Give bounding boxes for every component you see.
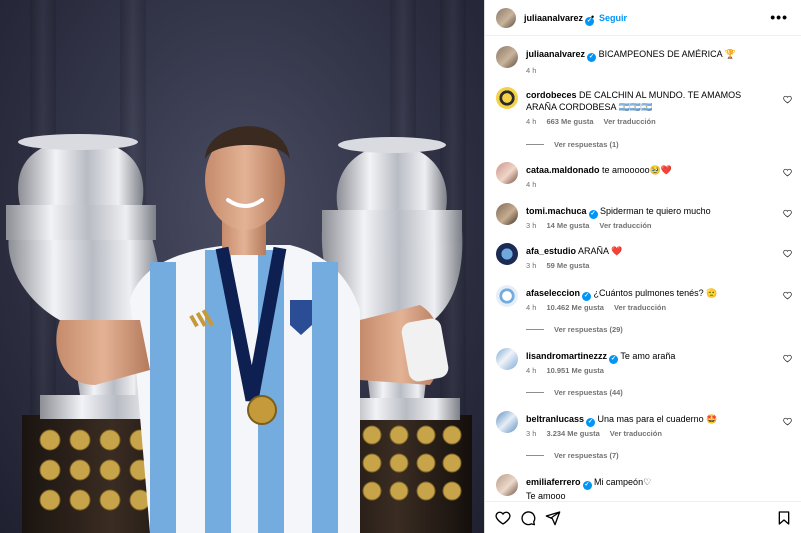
comment-avatar[interactable] bbox=[496, 243, 518, 265]
comment-username[interactable]: cordobeces bbox=[526, 90, 577, 100]
comment-likes[interactable]: 663 Me gusta bbox=[546, 117, 593, 126]
verified-icon: ✓ bbox=[582, 292, 592, 301]
comment-avatar[interactable] bbox=[496, 162, 518, 184]
like-heart-icon[interactable] bbox=[783, 354, 792, 363]
comment-time: 3 h bbox=[526, 221, 537, 230]
comment-avatar[interactable] bbox=[496, 474, 518, 496]
translate-link[interactable]: Ver traducción bbox=[614, 303, 666, 312]
verified-icon: ✓ bbox=[586, 418, 596, 427]
translate-link[interactable]: Ver traducción bbox=[599, 221, 651, 230]
comment-likes[interactable]: 59 Me gusta bbox=[546, 261, 589, 270]
post-photo[interactable] bbox=[0, 0, 484, 533]
verified-icon: ✓ bbox=[588, 210, 598, 219]
comment-text: Una mas para el cuaderno 🤩 bbox=[597, 414, 718, 424]
like-heart-icon[interactable] bbox=[783, 168, 792, 177]
comment-avatar[interactable] bbox=[496, 285, 518, 307]
save-icon[interactable] bbox=[776, 510, 792, 526]
photo-scene bbox=[6, 126, 472, 533]
like-heart-icon[interactable] bbox=[783, 95, 792, 104]
comment-time: 4 h bbox=[526, 117, 537, 126]
author-username[interactable]: juliaanalvarez ✓ bbox=[524, 13, 595, 26]
view-replies-button[interactable]: Ver respuestas (29) bbox=[526, 325, 623, 334]
follow-button[interactable]: Seguir bbox=[599, 13, 627, 23]
translate-link[interactable]: Ver traducción bbox=[610, 429, 662, 438]
action-bar bbox=[485, 501, 801, 533]
comment-text-line2: Te amooo bbox=[526, 491, 566, 501]
comment-username[interactable]: lisandromartinezzz bbox=[526, 351, 607, 361]
comment-avatar[interactable] bbox=[496, 87, 518, 109]
like-heart-icon[interactable] bbox=[783, 249, 792, 258]
comments-panel: juliaanalvarez ✓ • Seguir ••• juliaanalva… bbox=[484, 0, 801, 533]
comment-text: ARAÑA ❤️ bbox=[578, 246, 623, 256]
comment-time: 4 h bbox=[526, 303, 537, 312]
separator-dot: • bbox=[591, 12, 595, 22]
share-icon[interactable] bbox=[545, 510, 561, 526]
caption-avatar[interactable] bbox=[496, 46, 518, 68]
comment-time: 3 h bbox=[526, 429, 537, 438]
comment-text: Mi campeón♡ bbox=[594, 477, 652, 487]
like-heart-icon[interactable] bbox=[783, 417, 792, 426]
like-heart-icon[interactable] bbox=[783, 291, 792, 300]
comment-likes[interactable]: 14 Me gusta bbox=[546, 221, 589, 230]
comment-username[interactable]: tomi.machuca bbox=[526, 206, 587, 216]
caption-username[interactable]: juliaanalvarez bbox=[526, 49, 585, 59]
comment-avatar[interactable] bbox=[496, 348, 518, 370]
comment-text: ¿Cuántos pulmones tenés? 🫡 bbox=[593, 288, 718, 298]
comment-likes[interactable]: 3.234 Me gusta bbox=[546, 429, 599, 438]
like-heart-icon[interactable] bbox=[783, 209, 792, 218]
verified-icon: ✓ bbox=[582, 481, 592, 490]
comment-username[interactable]: afaseleccion bbox=[526, 288, 580, 298]
author-avatar[interactable] bbox=[496, 8, 516, 28]
comment-icon[interactable] bbox=[520, 510, 536, 526]
comment-username[interactable]: cataa.maldonado bbox=[526, 165, 600, 175]
caption-text: BICAMPEONES DE AMÉRICA 🏆 bbox=[598, 49, 736, 59]
comment-time: 4 h bbox=[526, 366, 537, 375]
view-replies-button[interactable]: Ver respuestas (1) bbox=[526, 140, 619, 149]
comment-likes[interactable]: 10.951 Me gusta bbox=[546, 366, 604, 375]
verified-icon: ✓ bbox=[609, 355, 619, 364]
comment-text: Te amo araña bbox=[620, 351, 676, 361]
comment-username[interactable]: emiliaferrero bbox=[526, 477, 581, 487]
more-options-icon[interactable]: ••• bbox=[770, 9, 788, 25]
comment-avatar[interactable] bbox=[496, 411, 518, 433]
comment-text: Spiderman te quiero mucho bbox=[600, 206, 711, 216]
translate-link[interactable]: Ver traducción bbox=[604, 117, 656, 126]
comment-time: 3 h bbox=[526, 261, 537, 270]
view-replies-button[interactable]: Ver respuestas (7) bbox=[526, 451, 619, 460]
view-replies-button[interactable]: Ver respuestas (44) bbox=[526, 388, 623, 397]
caption-time: 4 h bbox=[526, 66, 537, 75]
comment-text: te amooooo🥹❤️ bbox=[602, 165, 672, 175]
comment-username[interactable]: afa_estudio bbox=[526, 246, 576, 256]
comment-avatar[interactable] bbox=[496, 203, 518, 225]
post-header: juliaanalvarez ✓ • Seguir ••• bbox=[485, 0, 801, 36]
comment-username[interactable]: beltranlucass bbox=[526, 414, 584, 424]
like-icon[interactable] bbox=[495, 510, 511, 526]
comment-likes[interactable]: 10.462 Me gusta bbox=[546, 303, 604, 312]
verified-icon: ✓ bbox=[587, 53, 597, 62]
comment-time: 4 h bbox=[526, 180, 537, 189]
